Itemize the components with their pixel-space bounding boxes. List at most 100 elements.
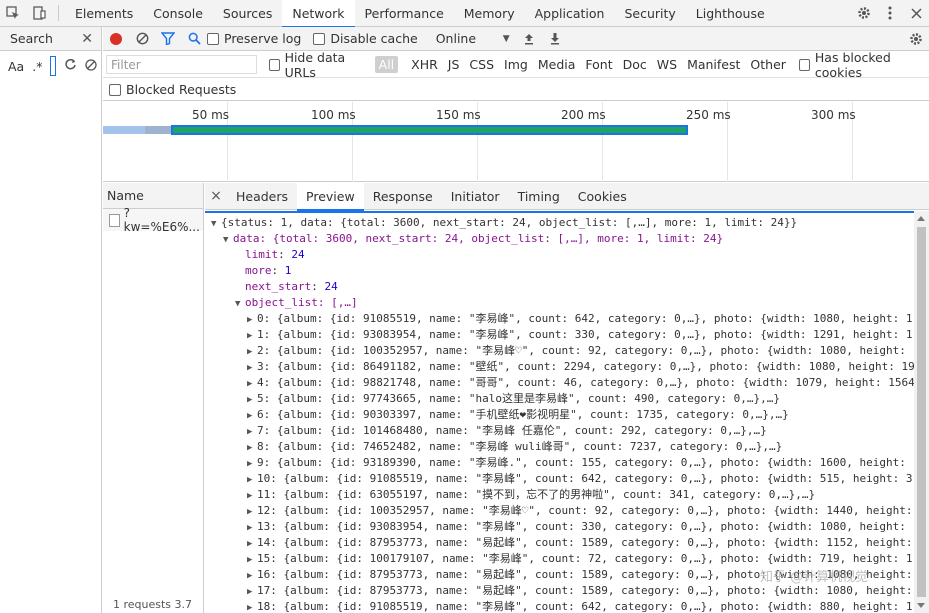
- json-list-item[interactable]: ▶ 13: {album: {id: 93083954, name: "李易峰",…: [205, 519, 914, 535]
- expand-triangle-icon[interactable]: ▶: [247, 584, 257, 600]
- tab-application[interactable]: Application: [525, 0, 615, 27]
- scroll-up-arrow-icon[interactable]: [917, 216, 925, 221]
- filter-type-manifest[interactable]: Manifest: [682, 57, 745, 72]
- filter-type-doc[interactable]: Doc: [618, 57, 652, 72]
- blocked-requests-checkbox[interactable]: Blocked Requests: [109, 82, 236, 97]
- filter-type-css[interactable]: CSS: [464, 57, 499, 72]
- settings-gear-icon[interactable]: [851, 0, 877, 27]
- checkbox-box[interactable]: [268, 58, 280, 71]
- more-options-icon[interactable]: [877, 0, 903, 27]
- json-list-item[interactable]: ▶ 0: {album: {id: 91085519, name: "李易峰", …: [205, 311, 914, 327]
- checkbox-box[interactable]: [313, 32, 326, 45]
- json-list-item[interactable]: ▶ 6: {album: {id: 90303397, name: "手机壁纸❤影…: [205, 407, 914, 423]
- json-list-item[interactable]: ▶ 5: {album: {id: 97743665, name: "halo这里…: [205, 391, 914, 407]
- tab-timing[interactable]: Timing: [509, 183, 569, 210]
- inspect-element-icon[interactable]: [0, 0, 26, 27]
- filter-type-all[interactable]: All: [374, 56, 399, 73]
- filter-type-img[interactable]: Img: [499, 57, 533, 72]
- tab-performance[interactable]: Performance: [355, 0, 454, 27]
- checkbox-box[interactable]: [207, 32, 219, 45]
- export-har-button[interactable]: [542, 32, 568, 45]
- search-button[interactable]: [181, 32, 207, 45]
- json-root-node[interactable]: ▼ {status: 1, data: {total: 3600, next_st…: [205, 215, 914, 231]
- device-toolbar-icon[interactable]: [26, 0, 52, 27]
- clear-search-icon[interactable]: [85, 58, 98, 74]
- expand-triangle-icon[interactable]: ▶: [247, 424, 257, 440]
- close-devtools-icon[interactable]: [903, 0, 929, 27]
- tab-security[interactable]: Security: [614, 0, 685, 27]
- throttling-select[interactable]: Online ▼: [430, 30, 516, 48]
- clear-button[interactable]: [129, 32, 155, 45]
- preserve-log-checkbox[interactable]: Preserve log: [207, 31, 301, 46]
- filter-type-ws[interactable]: WS: [652, 57, 682, 72]
- json-list-item[interactable]: ▶ 14: {album: {id: 87953773, name: "易起峰",…: [205, 535, 914, 551]
- expand-triangle-icon[interactable]: ▶: [247, 456, 257, 472]
- regex-toggle[interactable]: .*: [32, 59, 42, 74]
- json-list-item[interactable]: ▶ 4: {album: {id: 98821748, name: "哥哥", c…: [205, 375, 914, 391]
- expand-triangle-icon[interactable]: ▶: [247, 600, 257, 613]
- expand-triangle-icon[interactable]: ▶: [247, 328, 257, 344]
- json-list-item[interactable]: ▶ 2: {album: {id: 100352957, name: "李易峰♡"…: [205, 343, 914, 359]
- expand-triangle-icon[interactable]: ▶: [247, 552, 257, 568]
- network-settings-gear-icon[interactable]: [903, 32, 929, 46]
- json-list-item[interactable]: ▶ 8: {album: {id: 74652482, name: "李易峰 wu…: [205, 439, 914, 455]
- json-list-item[interactable]: ▶ 15: {album: {id: 100179107, name: "李易峰"…: [205, 551, 914, 567]
- checkbox-box[interactable]: [109, 83, 121, 96]
- json-list-item[interactable]: ▶ 9: {album: {id: 93189390, name: "李易峰.",…: [205, 455, 914, 471]
- expand-triangle-icon[interactable]: ▶: [247, 472, 257, 488]
- tab-network[interactable]: Network: [282, 0, 355, 28]
- disable-cache-checkbox[interactable]: Disable cache: [313, 31, 418, 46]
- tab-initiator[interactable]: Initiator: [442, 183, 509, 210]
- expand-triangle-icon[interactable]: ▶: [247, 408, 257, 424]
- expand-triangle-icon[interactable]: ▶: [247, 392, 257, 408]
- expand-triangle-icon[interactable]: ▶: [247, 440, 257, 456]
- search-input[interactable]: [50, 56, 57, 76]
- scroll-thumb[interactable]: [917, 227, 926, 597]
- json-data-node[interactable]: ▼ data: {total: 3600, next_start: 24, obj…: [205, 231, 914, 247]
- filter-type-js[interactable]: JS: [443, 57, 465, 72]
- expand-triangle-icon[interactable]: ▼: [223, 232, 233, 248]
- hide-data-urls-checkbox[interactable]: Hide data URLs: [268, 50, 371, 80]
- tab-memory[interactable]: Memory: [454, 0, 525, 27]
- json-list-item[interactable]: ▶ 3: {album: {id: 86491182, name: "壁纸", c…: [205, 359, 914, 375]
- expand-triangle-icon[interactable]: ▼: [211, 216, 221, 232]
- tab-console[interactable]: Console: [143, 0, 213, 27]
- json-list-item[interactable]: ▶ 10: {album: {id: 91085519, name: "李易峰",…: [205, 471, 914, 487]
- table-row[interactable]: ?kw=%E6%...: [103, 206, 203, 234]
- tab-headers[interactable]: Headers: [227, 183, 297, 210]
- scroll-down-arrow-icon[interactable]: [917, 603, 925, 608]
- json-list-item[interactable]: ▶ 18: {album: {id: 91085519, name: "李易峰",…: [205, 599, 914, 613]
- record-button[interactable]: [103, 32, 129, 45]
- checkbox-box[interactable]: [798, 58, 810, 71]
- tab-sources[interactable]: Sources: [213, 0, 282, 27]
- tab-elements[interactable]: Elements: [65, 0, 143, 27]
- expand-triangle-icon[interactable]: ▶: [247, 488, 257, 504]
- match-case-toggle[interactable]: Aa: [8, 59, 24, 74]
- tab-response[interactable]: Response: [364, 183, 442, 210]
- json-list-item[interactable]: ▶ 7: {album: {id: 101468480, name: "李易峰 任…: [205, 423, 914, 439]
- network-overview-timeline[interactable]: 50 ms 100 ms 150 ms 200 ms 250 ms 300 ms: [103, 102, 929, 182]
- expand-triangle-icon[interactable]: ▶: [247, 360, 257, 376]
- close-icon[interactable]: ×: [205, 188, 227, 204]
- refresh-icon[interactable]: [64, 58, 77, 74]
- json-object-list-node[interactable]: ▼ object_list: [,…]: [205, 295, 914, 311]
- filter-type-xhr[interactable]: XHR: [406, 57, 443, 72]
- tab-preview[interactable]: Preview: [297, 182, 364, 211]
- import-har-button[interactable]: [516, 32, 542, 45]
- json-list-item[interactable]: ▶ 1: {album: {id: 93083954, name: "李易峰", …: [205, 327, 914, 343]
- filter-input[interactable]: Filter: [106, 55, 257, 74]
- expand-triangle-icon[interactable]: ▶: [247, 568, 257, 584]
- json-list-item[interactable]: ▶ 17: {album: {id: 87953773, name: "易起峰",…: [205, 583, 914, 599]
- json-list-item[interactable]: ▶ 11: {album: {id: 63055197, name: "摸不到，忘…: [205, 487, 914, 503]
- json-list-item[interactable]: ▶ 12: {album: {id: 100352957, name: "李易峰♡…: [205, 503, 914, 519]
- tab-lighthouse[interactable]: Lighthouse: [686, 0, 775, 27]
- filter-type-font[interactable]: Font: [580, 57, 617, 72]
- search-panel-title[interactable]: Search: [10, 31, 53, 46]
- expand-triangle-icon[interactable]: ▶: [247, 376, 257, 392]
- filter-toggle-button[interactable]: [155, 32, 181, 45]
- filter-type-media[interactable]: Media: [533, 57, 581, 72]
- preview-scrollbar[interactable]: [914, 211, 929, 613]
- tab-cookies[interactable]: Cookies: [569, 183, 636, 210]
- expand-triangle-icon[interactable]: ▶: [247, 520, 257, 536]
- expand-triangle-icon[interactable]: ▶: [247, 312, 257, 328]
